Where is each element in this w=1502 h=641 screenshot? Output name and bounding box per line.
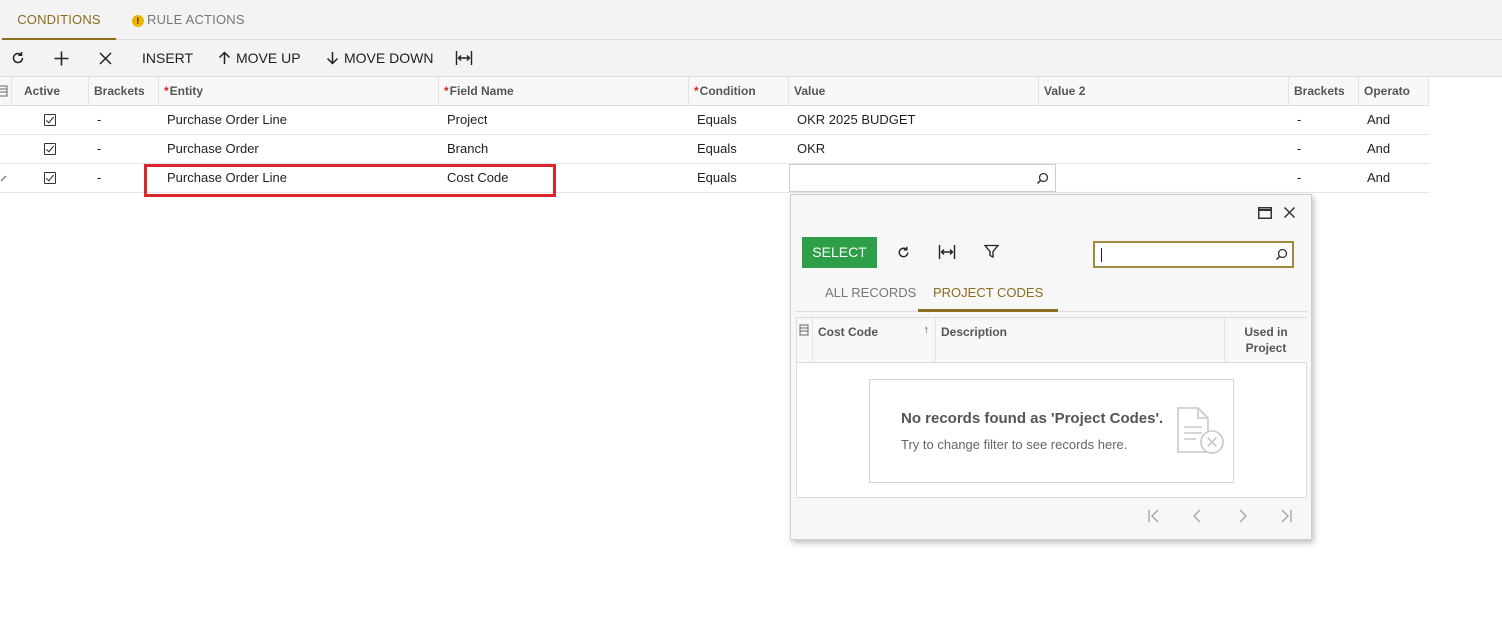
condition-cell[interactable]: Equals xyxy=(697,135,737,163)
highlight-box xyxy=(144,164,556,197)
tab-rule-actions[interactable]: ! RULE ACTIONS xyxy=(132,0,245,40)
operator-cell[interactable]: And xyxy=(1367,135,1390,163)
brackets-close-cell[interactable]: - xyxy=(1297,164,1301,192)
edit-pencil-icon xyxy=(0,175,7,182)
select-button[interactable]: SELECT xyxy=(802,237,877,268)
row-selector-header[interactable] xyxy=(797,318,813,363)
brackets-open-cell[interactable]: - xyxy=(97,106,101,134)
last-page-icon[interactable] xyxy=(1277,507,1295,525)
cost-code-lookup-popup: SELECT ALL RECORDS PROJECT CODES Cost Co… xyxy=(790,194,1312,540)
value-cell[interactable]: OKR 2025 BUDGET xyxy=(797,106,916,134)
required-mark: * xyxy=(164,84,169,98)
value-cell[interactable]: OKR xyxy=(797,135,825,163)
column-header-condition[interactable]: *Condition xyxy=(689,77,789,106)
empty-state-title: No records found as 'Project Codes'. xyxy=(901,410,1164,427)
filter-icon[interactable] xyxy=(984,244,999,259)
move-down-button[interactable]: MOVE DOWN xyxy=(326,40,433,76)
column-header-value[interactable]: Value xyxy=(789,77,1039,106)
fit-columns-button[interactable] xyxy=(455,40,473,76)
sort-ascending-icon: ↑ xyxy=(923,324,930,336)
field-name-cell[interactable]: Branch xyxy=(447,135,488,163)
brackets-open-cell[interactable]: - xyxy=(97,135,101,163)
tab-bar: CONDITIONS ! RULE ACTIONS xyxy=(0,0,1502,41)
operator-cell[interactable]: And xyxy=(1367,106,1390,134)
brackets-close-cell[interactable]: - xyxy=(1297,106,1301,134)
move-up-label: MOVE UP xyxy=(236,50,301,66)
table-row[interactable]: - Purchase Order Line Project Equals OKR… xyxy=(0,106,1430,135)
tab-rule-actions-label: RULE ACTIONS xyxy=(147,12,245,27)
refresh-icon[interactable] xyxy=(896,245,911,260)
row-selector-header[interactable] xyxy=(0,77,12,106)
column-header-entity[interactable]: *Entity xyxy=(159,77,439,106)
maximize-icon[interactable] xyxy=(1258,207,1272,219)
plus-icon xyxy=(54,51,69,65)
next-page-icon[interactable] xyxy=(1233,507,1251,525)
column-header-brackets-open[interactable]: Brackets xyxy=(89,77,159,106)
tab-conditions[interactable]: CONDITIONS xyxy=(2,0,116,41)
column-header-value2[interactable]: Value 2 xyxy=(1039,77,1289,106)
empty-state: No records found as 'Project Codes'. Try… xyxy=(869,379,1234,483)
table-row[interactable]: - Purchase Order Branch Equals OKR - And xyxy=(0,135,1430,164)
column-config-icon xyxy=(0,85,8,97)
column-header-field-name-label: Field Name xyxy=(449,84,514,98)
tab-project-codes[interactable]: PROJECT CODES xyxy=(918,279,1059,312)
fit-width-icon[interactable] xyxy=(938,244,956,260)
close-icon[interactable] xyxy=(1283,206,1296,219)
column-header-cost-code[interactable]: Cost Code ↑ xyxy=(813,318,936,363)
entity-cell[interactable]: Purchase Order xyxy=(167,135,259,163)
column-header-used-in-project[interactable]: Used in Project xyxy=(1225,318,1307,363)
arrow-up-icon xyxy=(218,51,231,64)
add-row-button[interactable] xyxy=(53,40,70,76)
required-mark: * xyxy=(694,84,699,98)
column-header-condition-label: Condition xyxy=(699,84,756,98)
insert-button[interactable]: INSERT xyxy=(142,40,193,76)
active-checkbox[interactable] xyxy=(44,114,56,126)
search-icon[interactable] xyxy=(1036,172,1049,185)
field-name-cell[interactable]: Project xyxy=(447,106,487,134)
search-icon[interactable] xyxy=(1275,248,1288,261)
popup-search-input[interactable] xyxy=(1093,241,1294,268)
no-document-icon xyxy=(1177,407,1224,454)
brackets-close-cell[interactable]: - xyxy=(1297,135,1301,163)
brackets-open-cell[interactable]: - xyxy=(97,164,101,192)
delete-row-button[interactable] xyxy=(98,40,113,76)
column-header-brackets-close[interactable]: Brackets xyxy=(1289,77,1359,106)
refresh-button[interactable] xyxy=(10,40,26,76)
entity-cell[interactable]: Purchase Order Line xyxy=(167,106,287,134)
column-header-operator[interactable]: Operato xyxy=(1359,77,1429,106)
active-checkbox[interactable] xyxy=(44,172,56,184)
condition-cell[interactable]: Equals xyxy=(697,106,737,134)
grid-toolbar: INSERT MOVE UP MOVE DOWN xyxy=(0,40,1502,77)
warning-icon: ! xyxy=(132,15,144,27)
value-selector-input[interactable] xyxy=(789,164,1056,192)
close-icon xyxy=(99,51,112,65)
fit-width-icon xyxy=(455,51,473,65)
tab-all-records[interactable]: ALL RECORDS xyxy=(825,279,916,312)
refresh-icon xyxy=(12,52,24,64)
operator-cell[interactable]: And xyxy=(1367,164,1390,192)
column-header-cost-code-label: Cost Code xyxy=(818,325,878,339)
first-page-icon[interactable] xyxy=(1145,507,1163,525)
column-header-active[interactable]: Active xyxy=(12,77,89,106)
column-header-description[interactable]: Description xyxy=(936,318,1225,363)
required-mark: * xyxy=(444,84,449,98)
condition-cell[interactable]: Equals xyxy=(697,164,737,192)
move-down-label: MOVE DOWN xyxy=(344,50,434,66)
move-up-button[interactable]: MOVE UP xyxy=(218,40,301,76)
empty-state-subtitle: Try to change filter to see records here… xyxy=(901,437,1128,452)
column-header-field-name[interactable]: *Field Name xyxy=(439,77,689,106)
arrow-down-icon xyxy=(326,52,339,65)
previous-page-icon[interactable] xyxy=(1189,507,1207,525)
column-header-entity-label: Entity xyxy=(169,84,204,98)
cost-code-grid: Cost Code ↑ Description Used in Project … xyxy=(796,317,1307,498)
column-config-icon xyxy=(799,324,809,336)
active-checkbox[interactable] xyxy=(44,143,56,155)
text-cursor xyxy=(1101,248,1102,262)
